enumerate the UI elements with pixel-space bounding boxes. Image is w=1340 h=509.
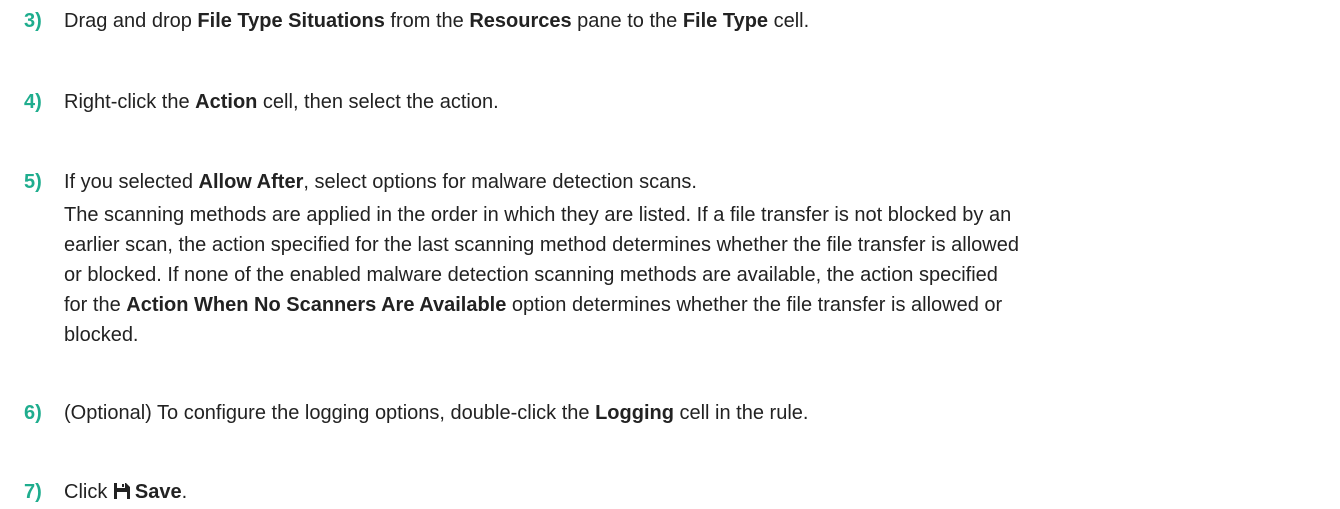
ui-term-action-when-no-scanners: Action When No Scanners Are Available [126, 294, 507, 316]
ui-term-logging: Logging [595, 402, 674, 424]
step-number: 4) [24, 91, 42, 113]
step-text: Drag and drop File Type Situations from … [64, 10, 810, 32]
ui-term-allow-after: Allow After [198, 171, 304, 193]
ui-term-file-type-situations: File Type Situations [197, 10, 385, 32]
step-number: 6) [24, 402, 42, 424]
step-text: (Optional) To configure the logging opti… [64, 402, 809, 424]
step-text: Click Save. [64, 477, 1336, 509]
ui-term-file-type: File Type [682, 10, 769, 32]
step-text: Right-click the Action cell, then select… [64, 91, 499, 113]
save-icon [113, 479, 131, 509]
ui-term-save: Save [134, 481, 182, 503]
ui-term-action: Action [195, 91, 258, 113]
step-text: If you selected Allow After, select opti… [64, 171, 697, 193]
step-number: 3) [24, 10, 42, 32]
step-number: 5) [24, 171, 42, 193]
step-number: 7) [24, 481, 42, 503]
ui-term-resources: Resources [469, 10, 572, 32]
step-5-explanation: The scanning methods are applied in the … [64, 204, 1019, 346]
